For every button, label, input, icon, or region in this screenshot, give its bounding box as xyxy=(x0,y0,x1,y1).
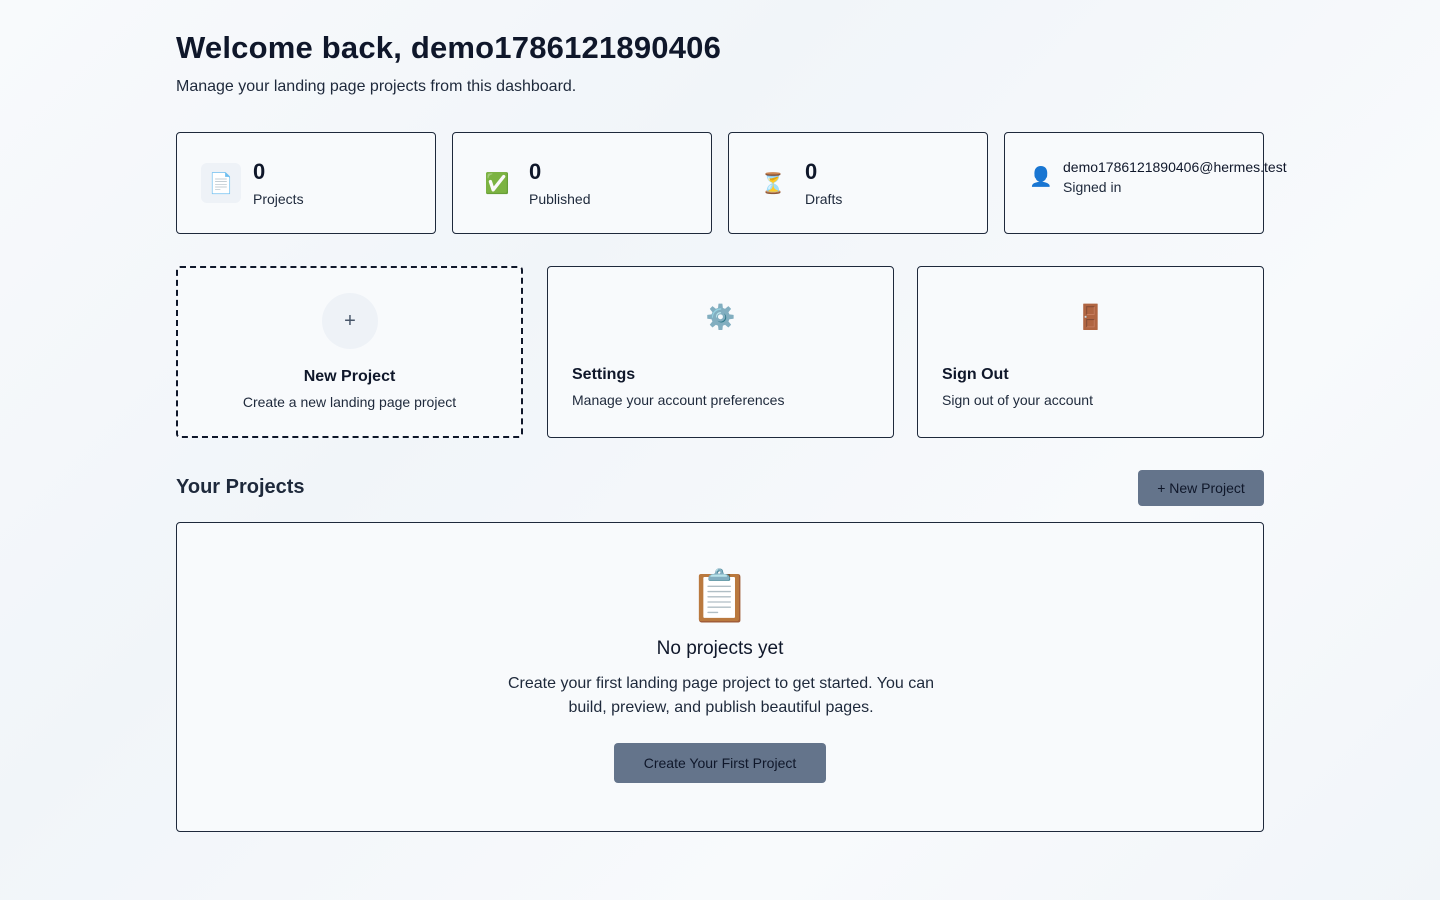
new-project-card-description: Create a new landing page project xyxy=(242,394,457,410)
settings-card-title: Settings xyxy=(572,366,636,383)
settings-card-description: Manage your account preferences xyxy=(572,392,785,408)
page-title: Welcome back, demo1786121890406 xyxy=(176,30,722,65)
account-email: demo1786121890406@hermes.test xyxy=(1063,159,1287,175)
sign-out-card-description: Sign out of your account xyxy=(942,392,1093,408)
user-icon: 👤 xyxy=(1029,167,1053,188)
stat-label: Projects xyxy=(253,191,304,207)
empty-state-title: No projects yet xyxy=(656,638,784,659)
empty-state-text: Create your first landing page project t… xyxy=(507,675,935,716)
plus-icon: + xyxy=(322,293,378,349)
page-subtitle: Manage your landing page projects from t… xyxy=(176,78,577,95)
empty-projects-panel: 📋 No projects yet Create your first land… xyxy=(176,522,1264,832)
sign-out-card[interactable]: 🚪 Sign Out Sign out of your account xyxy=(917,266,1264,438)
stat-value: 0 xyxy=(529,159,542,184)
stat-label: Published xyxy=(529,191,591,207)
stat-card-drafts: ⏳ 0 Drafts xyxy=(728,132,988,234)
stat-value: 0 xyxy=(805,159,818,184)
sign-out-card-title: Sign Out xyxy=(942,366,1009,383)
stat-card-projects: 📄 0 Projects xyxy=(176,132,436,234)
gear-icon: ⚙️ xyxy=(705,304,736,331)
document-icon: 📄 xyxy=(201,163,241,203)
hourglass-icon: ⏳ xyxy=(760,172,786,195)
stat-card-published: ✅ 0 Published xyxy=(452,132,712,234)
new-project-button[interactable]: + New Project xyxy=(1138,470,1264,506)
create-first-project-button[interactable]: Create Your First Project xyxy=(614,743,826,783)
stat-value: 0 xyxy=(253,159,266,184)
stat-label: Drafts xyxy=(805,191,843,207)
account-status: Signed in xyxy=(1063,179,1122,195)
settings-card[interactable]: ⚙️ Settings Manage your account preferen… xyxy=(547,266,894,438)
stat-card-account: 👤 demo1786121890406@hermes.test Signed i… xyxy=(1004,132,1287,234)
clipboard-icon: 📋 xyxy=(688,568,752,624)
new-project-card-title: New Project xyxy=(303,368,396,385)
projects-section-title: Your Projects xyxy=(176,476,305,498)
new-project-card[interactable]: + New Project Create a new landing page … xyxy=(176,266,523,438)
check-icon: ✅ xyxy=(484,172,510,195)
door-icon: 🚪 xyxy=(1075,304,1106,331)
